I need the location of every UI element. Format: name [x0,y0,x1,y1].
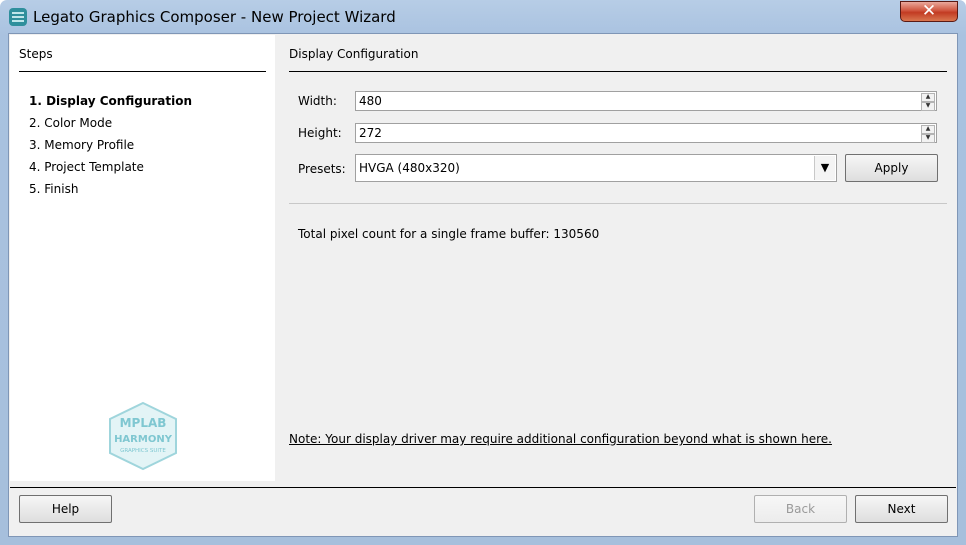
steps-heading: Steps [19,47,53,61]
window-title: Legato Graphics Composer - New Project W… [33,8,396,26]
width-label: Width: [298,94,337,108]
wizard-client-area: Steps 1. Display Configuration 2. Color … [8,33,958,537]
section-divider [289,71,947,72]
apply-button[interactable]: Apply [845,154,938,182]
content-divider [289,203,947,204]
height-value: 272 [359,126,382,140]
height-spin-buttons[interactable]: ▲ ▼ [921,125,935,143]
mplab-harmony-logo: MPLAB HARMONY GRAPHICS SUITE [109,401,177,471]
help-button[interactable]: Help [19,495,112,523]
presets-label: Presets: [298,162,346,176]
steps-divider [19,71,266,72]
logo-suite-text: GRAPHICS SUITE [120,448,166,454]
step-display-configuration: 1. Display Configuration [29,94,193,108]
steps-panel: Steps 1. Display Configuration 2. Color … [10,35,275,481]
close-icon: ✕ [921,1,937,21]
app-icon [9,8,27,26]
height-label: Height: [298,126,342,140]
width-spinner[interactable]: 480 ▲ ▼ [355,91,937,111]
steps-list: 1. Display Configuration 2. Color Mode 3… [29,90,192,200]
logo-harmony-text: HARMONY [114,434,173,445]
step-memory-profile: 3. Memory Profile [29,138,135,152]
step-finish: 5. Finish [29,182,79,196]
spin-up-icon[interactable]: ▲ [921,125,935,134]
footer-divider [10,487,956,488]
spin-down-icon[interactable]: ▼ [921,134,935,143]
logo-mplab-text: MPLAB [120,416,167,430]
height-spinner[interactable]: 272 ▲ ▼ [355,123,937,143]
section-title: Display Configuration [289,47,419,61]
width-spin-buttons[interactable]: ▲ ▼ [921,93,935,111]
spin-down-icon[interactable]: ▼ [921,102,935,111]
step-color-mode: 2. Color Mode [29,116,113,130]
close-button[interactable]: ✕ [900,1,958,22]
chevron-down-icon[interactable]: ▼ [814,156,835,180]
wizard-window: Legato Graphics Composer - New Project W… [0,0,966,545]
back-button[interactable]: Back [754,495,847,523]
display-configuration-panel: Display Configuration Width: 480 ▲ ▼ Hei… [275,35,957,481]
next-button[interactable]: Next [855,495,948,523]
step-project-template: 4. Project Template [29,160,144,174]
presets-dropdown[interactable]: HVGA (480x320) ▼ [355,154,837,182]
width-value: 480 [359,94,382,108]
spin-up-icon[interactable]: ▲ [921,93,935,102]
presets-selected-value: HVGA (480x320) [359,161,460,175]
driver-note-link[interactable]: Note: Your display driver may require ad… [289,432,832,446]
title-bar: Legato Graphics Composer - New Project W… [0,0,966,34]
pixel-count-text: Total pixel count for a single frame buf… [298,227,600,241]
